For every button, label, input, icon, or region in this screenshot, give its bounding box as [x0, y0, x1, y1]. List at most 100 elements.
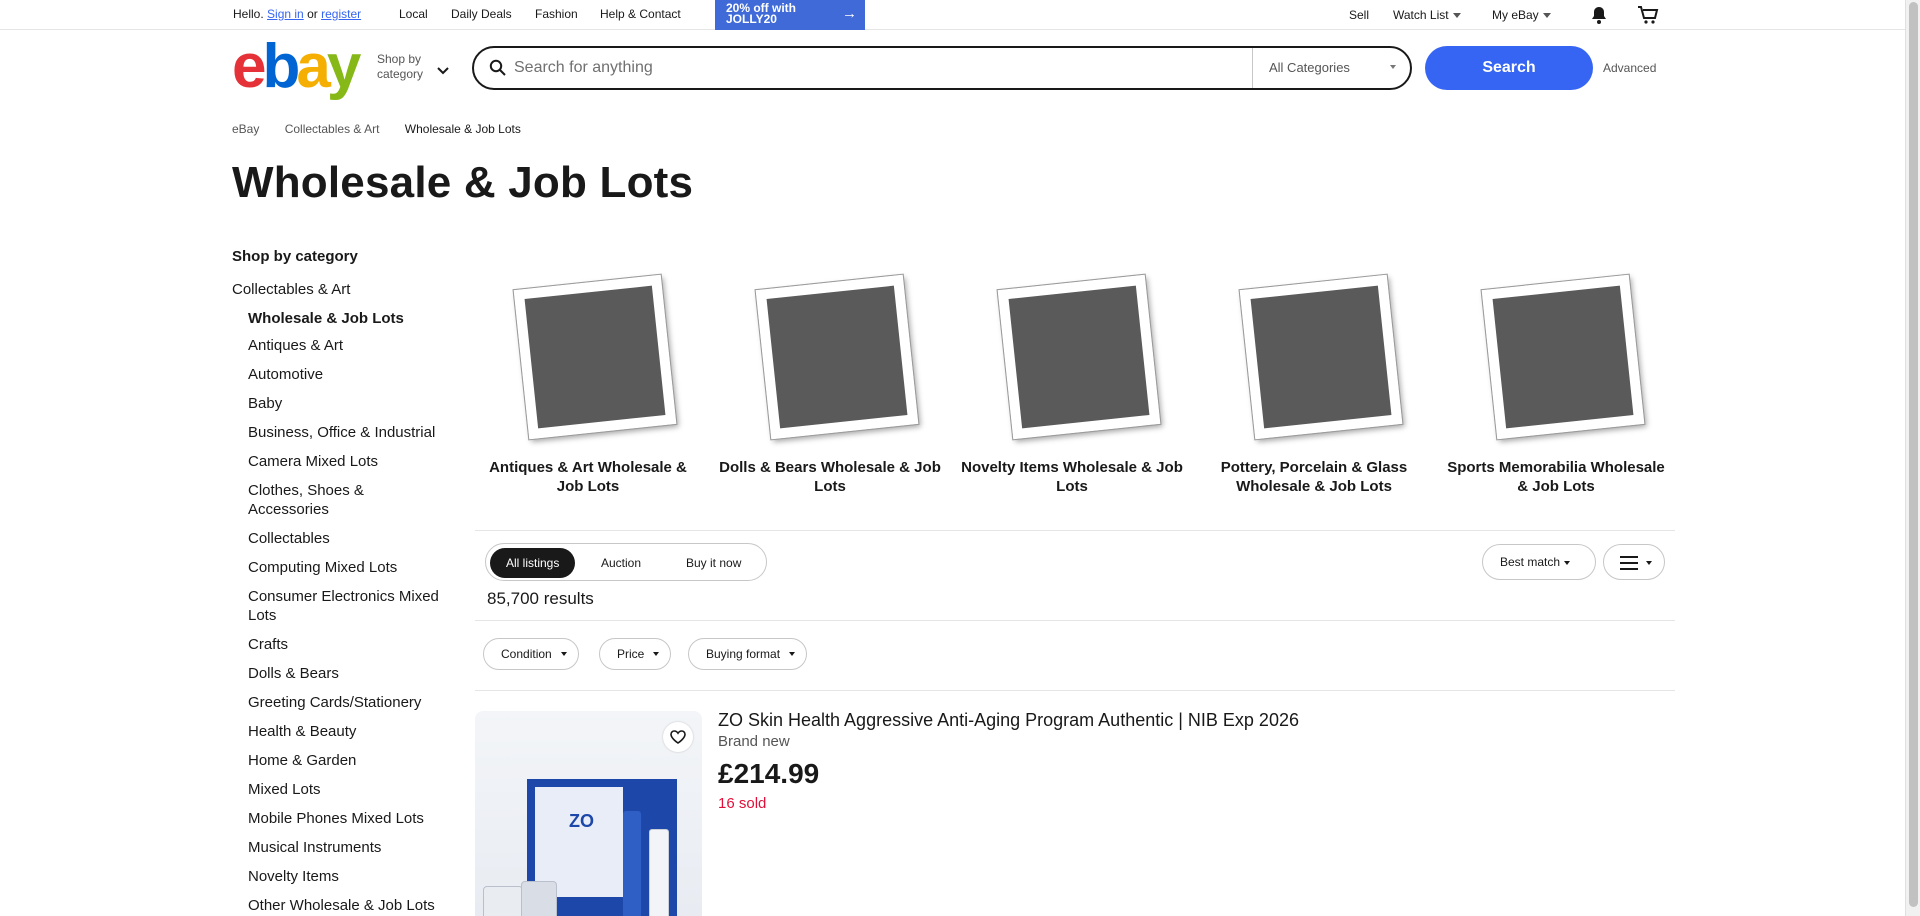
logo-letter: y: [326, 32, 362, 101]
category-tiles: Antiques & Art Wholesale & Job Lots Doll…: [475, 270, 1675, 530]
sidebar-item-novelty-items[interactable]: Novelty Items: [248, 868, 339, 885]
greeting: Hello. Sign in or register: [233, 7, 361, 21]
placeholder-image: [1229, 270, 1403, 440]
fashion-link[interactable]: Fashion: [535, 7, 578, 21]
chevron-down-icon: [437, 62, 449, 80]
sidebar-item-crafts[interactable]: Crafts: [248, 636, 288, 653]
chevron-down-icon: [1452, 13, 1461, 19]
sort-dropdown[interactable]: Best match: [1482, 544, 1596, 580]
placeholder-image: [503, 270, 677, 440]
breadcrumb-current: Wholesale & Job Lots: [404, 122, 521, 136]
tab-all-listings[interactable]: All listings: [490, 548, 576, 578]
promo-banner[interactable]: 20% off with JOLLY20 →: [715, 0, 865, 30]
sidebar-item-baby[interactable]: Baby: [248, 395, 282, 412]
divider: [475, 620, 1675, 621]
buying-format-filter[interactable]: Buying format: [688, 638, 808, 670]
shop-by-category-button[interactable]: Shop by category: [377, 52, 423, 82]
page-title: Wholesale & Job Lots: [232, 158, 694, 207]
search-button[interactable]: Search: [1425, 46, 1593, 90]
page-scrollbar[interactable]: [1905, 0, 1920, 916]
listing-format-tabs: All listings Auction Buy it now: [485, 543, 767, 581]
category-select[interactable]: All Categories: [1252, 48, 1410, 88]
cart-icon[interactable]: [1637, 5, 1659, 30]
my-ebay-label: My eBay: [1492, 8, 1539, 22]
condition-filter[interactable]: Condition: [483, 638, 579, 670]
category-tile-label: Sports Memorabilia Wholesale & Job Lots: [1447, 459, 1665, 495]
advanced-search-link[interactable]: Advanced: [1603, 61, 1656, 75]
filter-label: Price: [617, 647, 645, 661]
category-tile-pottery-porcelain[interactable]: Pottery, Porcelain & Glass Wholesale & J…: [1201, 270, 1427, 496]
sidebar-item-dolls-bears[interactable]: Dolls & Bears: [248, 665, 339, 682]
filter-label: Condition: [501, 647, 552, 661]
category-tile-label: Pottery, Porcelain & Glass Wholesale & J…: [1220, 459, 1408, 495]
sidebar-item-automotive[interactable]: Automotive: [248, 366, 323, 383]
search-icon: [489, 59, 507, 77]
scrollbar-thumb[interactable]: [1909, 2, 1918, 907]
chevron-down-icon: [1646, 561, 1652, 565]
sidebar-item-musical-instruments[interactable]: Musical Instruments: [248, 839, 381, 856]
sidebar-item-greeting-cards[interactable]: Greeting Cards/Stationery: [248, 694, 421, 711]
sidebar-item-consumer-electronics[interactable]: Consumer Electronics Mixed Lots: [248, 588, 439, 624]
sidebar-item-other-wholesale[interactable]: Other Wholesale & Job Lots: [248, 897, 435, 914]
category-tile-antiques-art[interactable]: Antiques & Art Wholesale & Job Lots: [475, 270, 701, 496]
sidebar-item-mobile-phones[interactable]: Mobile Phones Mixed Lots: [248, 810, 424, 827]
search-input[interactable]: [514, 56, 1254, 80]
breadcrumb: eBay Collectables & Art Wholesale & Job …: [232, 122, 543, 136]
sidebar-item-antiques-art[interactable]: Antiques & Art: [248, 337, 343, 354]
sidebar-item-collectables[interactable]: Collectables: [248, 530, 330, 547]
tab-buy-it-now[interactable]: Buy it now: [670, 548, 757, 578]
sort-label: Best match: [1500, 555, 1561, 569]
chevron-down-icon: [789, 652, 796, 656]
placeholder-image: [987, 270, 1161, 440]
item-title-link[interactable]: ZO Skin Health Aggressive Anti-Aging Pro…: [718, 710, 1299, 731]
sell-link[interactable]: Sell: [1349, 8, 1369, 22]
chevron-down-icon: [1542, 13, 1551, 19]
category-tile-sports-memorabilia[interactable]: Sports Memorabilia Wholesale & Job Lots: [1443, 270, 1669, 496]
search-bar: All Categories: [472, 46, 1412, 90]
register-link[interactable]: register: [321, 7, 361, 21]
product-jar: [483, 886, 523, 916]
ebay-logo[interactable]: ebay: [232, 36, 361, 98]
sidebar-item-business-office[interactable]: Business, Office & Industrial: [248, 424, 435, 441]
item-price: £214.99: [718, 758, 820, 789]
sidebar-item-camera-mixed-lots[interactable]: Camera Mixed Lots: [248, 453, 378, 470]
local-link[interactable]: Local: [399, 7, 428, 21]
logo-letter: b: [262, 32, 300, 101]
notification-bell-icon[interactable]: [1589, 5, 1609, 30]
breadcrumb-ebay[interactable]: eBay: [232, 122, 259, 136]
heart-icon: [670, 730, 686, 744]
watch-list-menu[interactable]: Watch List: [1393, 8, 1461, 22]
product-jar: [521, 881, 557, 916]
item-condition: Brand new: [718, 733, 790, 750]
watch-item-button[interactable]: [663, 722, 693, 752]
sidebar-item-mixed-lots[interactable]: Mixed Lots: [248, 781, 321, 798]
help-contact-link[interactable]: Help & Contact: [600, 7, 681, 21]
tab-auction[interactable]: Auction: [585, 548, 657, 578]
sidebar-item-computing[interactable]: Computing Mixed Lots: [248, 559, 397, 576]
my-ebay-menu[interactable]: My eBay: [1492, 8, 1551, 22]
daily-deals-link[interactable]: Daily Deals: [451, 7, 512, 21]
sidebar-item-clothes-shoes[interactable]: Clothes, Shoes & Accessories: [248, 482, 364, 518]
watch-list-label: Watch List: [1393, 8, 1449, 22]
chevron-down-icon: [1390, 65, 1396, 69]
chevron-down-icon: [560, 652, 567, 656]
price-filter[interactable]: Price: [599, 638, 672, 670]
item-sold-count: 16 sold: [718, 795, 767, 812]
category-tile-dolls-bears[interactable]: Dolls & Bears Wholesale & Job Lots: [717, 270, 943, 496]
arrow-right-icon: →: [842, 5, 857, 22]
list-view-icon: [1620, 556, 1638, 570]
chevron-down-icon: [653, 652, 660, 656]
sidebar-parent-category[interactable]: Collectables & Art: [232, 281, 350, 298]
product-box-logo: ZO: [569, 811, 594, 831]
product-tube: [623, 811, 641, 916]
view-options-button[interactable]: [1603, 544, 1665, 580]
sidebar-item-health-beauty[interactable]: Health & Beauty: [248, 723, 356, 740]
chevron-down-icon: [1564, 560, 1571, 565]
breadcrumb-collectables-art[interactable]: Collectables & Art: [285, 122, 380, 136]
or-text: or: [307, 7, 318, 21]
category-tile-label: Dolls & Bears Wholesale & Job Lots: [719, 459, 941, 495]
category-tile-novelty-items[interactable]: Novelty Items Wholesale & Job Lots: [959, 270, 1185, 496]
sidebar-item-home-garden[interactable]: Home & Garden: [248, 752, 356, 769]
logo-letter: a: [296, 32, 331, 101]
sign-in-link[interactable]: Sign in: [267, 7, 304, 21]
